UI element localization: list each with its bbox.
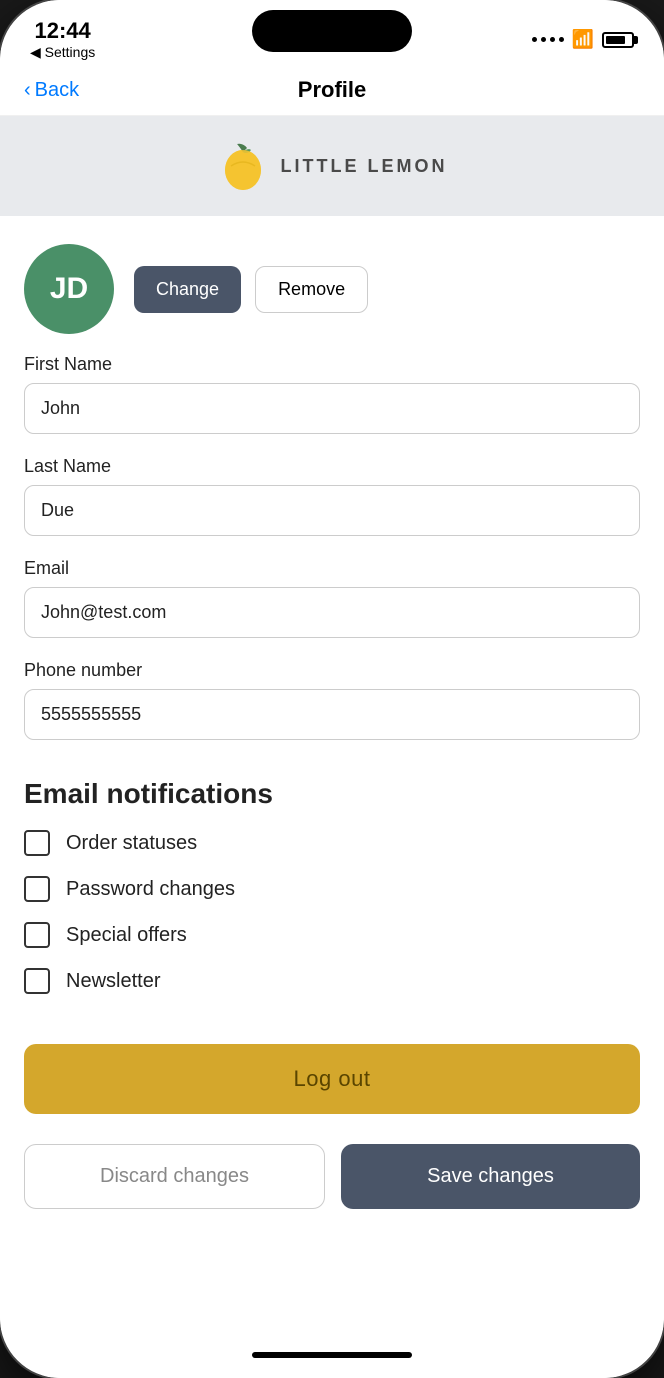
notification-newsletter: Newsletter	[24, 968, 640, 994]
phone-group: Phone number	[24, 660, 640, 740]
chevron-left-icon: ‹	[24, 79, 31, 102]
first-name-label: First Name	[24, 354, 640, 375]
brand-name: LITTLE LEMON	[281, 156, 448, 177]
remove-avatar-button[interactable]: Remove	[255, 266, 368, 313]
change-avatar-button[interactable]: Change	[134, 266, 241, 313]
dynamic-island	[252, 10, 412, 52]
avatar-section: JD Change Remove	[0, 216, 664, 354]
order-statuses-checkbox[interactable]	[24, 830, 50, 856]
password-changes-label: Password changes	[66, 878, 235, 901]
special-offers-label: Special offers	[66, 924, 187, 947]
status-bar: 12:44 ◀ Settings 📶	[0, 0, 664, 69]
last-name-group: Last Name	[24, 456, 640, 536]
status-right: 📶	[532, 29, 634, 50]
back-label: Back	[35, 79, 79, 102]
last-name-input[interactable]	[24, 485, 640, 536]
status-time: 12:44	[34, 18, 90, 44]
wifi-icon: 📶	[572, 29, 594, 50]
save-changes-button[interactable]: Save changes	[341, 1144, 640, 1209]
phone-input[interactable]	[24, 689, 640, 740]
first-name-input[interactable]	[24, 383, 640, 434]
password-changes-checkbox[interactable]	[24, 876, 50, 902]
newsletter-checkbox[interactable]	[24, 968, 50, 994]
first-name-group: First Name	[24, 354, 640, 434]
avatar-initials: JD	[50, 272, 88, 306]
notification-special-offers: Special offers	[24, 922, 640, 948]
logo-section: LITTLE LEMON	[0, 116, 664, 216]
newsletter-label: Newsletter	[66, 970, 160, 993]
logout-button[interactable]: Log out	[24, 1044, 640, 1114]
notification-order-statuses: Order statuses	[24, 830, 640, 856]
form-section: First Name Last Name Email Phone number	[0, 354, 664, 740]
special-offers-checkbox[interactable]	[24, 922, 50, 948]
notifications-title: Email notifications	[24, 778, 640, 810]
notifications-section: Email notifications Order statuses Passw…	[0, 762, 664, 1034]
lemon-logo-icon	[217, 140, 269, 192]
back-button[interactable]: ‹ Back	[24, 79, 79, 102]
home-indicator	[0, 1340, 664, 1378]
email-group: Email	[24, 558, 640, 638]
signal-icon	[532, 37, 564, 42]
order-statuses-label: Order statuses	[66, 832, 197, 855]
status-settings: ◀ Settings	[30, 44, 95, 61]
battery-icon	[602, 32, 634, 48]
email-input[interactable]	[24, 587, 640, 638]
main-content: LITTLE LEMON JD Change Remove First Name	[0, 116, 664, 1340]
avatar-buttons: Change Remove	[134, 266, 368, 313]
status-left: 12:44 ◀ Settings	[30, 18, 95, 61]
home-bar	[252, 1352, 412, 1358]
phone-label: Phone number	[24, 660, 640, 681]
logout-section: Log out	[0, 1034, 664, 1134]
discard-changes-button[interactable]: Discard changes	[24, 1144, 325, 1209]
last-name-label: Last Name	[24, 456, 640, 477]
email-label: Email	[24, 558, 640, 579]
bottom-actions: Discard changes Save changes	[0, 1134, 664, 1233]
page-title: Profile	[298, 77, 366, 103]
nav-bar: ‹ Back Profile	[0, 69, 664, 116]
notification-password-changes: Password changes	[24, 876, 640, 902]
avatar: JD	[24, 244, 114, 334]
